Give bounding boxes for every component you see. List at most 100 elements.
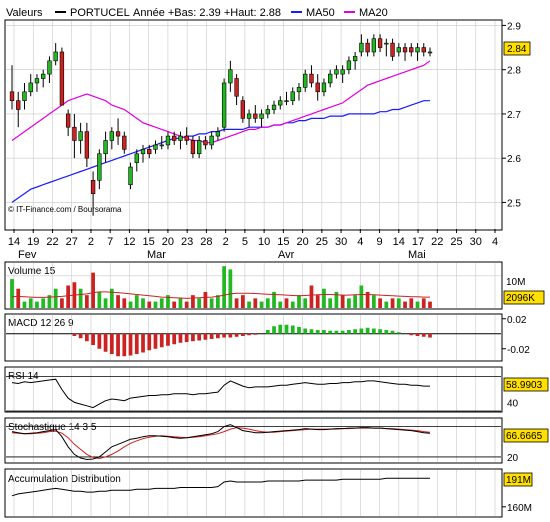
candle-body [340,69,345,75]
ma50-legend-label: MA50 [306,7,335,19]
volume-bar [147,301,152,308]
candle-body [190,140,196,155]
stochastic-last-value: 66.6665 [506,431,543,442]
volume-bar [371,295,376,308]
x-tick-label: 20 [162,236,174,248]
volume-bar [203,291,208,308]
accdist-title: Accumulation Distribution [8,474,121,485]
candle-body [352,56,358,62]
macd-bar [309,329,314,334]
x-tick-label: 9 [376,236,382,248]
volume-bar [128,301,133,308]
macd-bar [103,333,108,352]
candle-body [103,140,108,155]
x-tick-label: 25 [316,236,328,248]
volume-tick-label: 10M [506,277,525,288]
volume-last-value: 2096K [506,293,535,304]
volume-bar [322,288,326,308]
volume-bar [172,301,177,308]
volume-bar [35,301,39,308]
macd-bar [315,330,320,334]
last-price-value: 2.84 [507,44,527,55]
macd-bar [297,327,301,334]
macd-bar [166,333,170,346]
x-tick-label: 10 [258,236,270,248]
candle-body [421,47,426,53]
year-stats: Année +Bas: 2.39 +Haut: 2.88 [133,7,281,19]
accdist-last-value: 191M [506,475,531,486]
x-axis: 14 19 22 27 2 7 12 15 20 23 28 2 5 10 15 20 25 30 4 9 14 17 22… [8,229,498,261]
macd-bar [228,333,233,338]
macd-bar [415,333,420,336]
ma20-legend-label: MA20 [359,7,388,19]
volume-bar [428,301,432,308]
x-tick-label: 17 [412,236,424,248]
x-tick-label: 30 [470,236,482,248]
macd-bar [216,333,220,339]
volume-bar [197,298,202,308]
candle-body [427,51,433,54]
volume-bar [396,298,401,308]
volume-bar [421,298,426,308]
candle-body [365,42,370,53]
candle-body [209,135,214,146]
y-tick-label: 2.9 [507,21,521,32]
candle-body [234,78,239,97]
volume-bar [159,298,164,308]
volume-bar [91,272,95,308]
macd-y-ticks: 0.02 -0.02 [502,315,530,356]
volume-bar [403,301,407,308]
x-tick-label: 22 [431,236,443,248]
volume-bar [216,295,220,308]
rsi-panel-frame [4,366,503,413]
candle-body [140,149,146,155]
x-tick-label: 14 [8,236,20,248]
macd-bar [272,326,276,334]
accdist-panel: Accumulation Distribution 191M 160M [4,468,533,518]
macd-title: MACD 12 26 9 [8,318,74,329]
volume-bar [60,298,64,308]
candle-body [159,144,164,147]
candle-body [321,82,327,93]
candle-body [415,47,420,53]
macd-bar [378,329,382,334]
y-tick-label: 40 [507,398,519,409]
candle-body [390,42,395,57]
x-tick-label: 2 [223,236,229,248]
macd-bar [334,330,339,334]
candle-body [334,69,339,75]
candle-body [78,131,83,141]
candle-body [346,60,352,70]
candle-body [215,131,221,137]
volume-bar [103,298,108,308]
candle-body [9,91,15,101]
stock-chart: Valeurs PORTUCEL Année +Bas: 2.39 +Haut:… [4,7,549,518]
candle-body [396,47,401,53]
macd-bar [203,333,208,340]
volume-bar [347,298,351,308]
macd-bar [340,330,345,334]
macd-bar [147,333,152,351]
month-label: Avr [278,249,295,261]
candle-body [377,38,383,48]
x-tick-label: 4 [492,236,498,248]
accdist-y-ticks: 160M [502,503,532,514]
candle-body [315,82,320,93]
macd-bar [347,330,351,334]
macd-bar [122,333,127,357]
volume-bar [109,288,114,308]
x-tick-label: 15 [277,236,289,248]
volume-bar [309,285,314,308]
candle-body [28,82,33,93]
macd-bar [421,333,426,337]
stochastic-panel: Stochastique 14 3 5 20 66.6665 [4,417,549,464]
candle-body [109,131,114,141]
macd-bar [109,333,114,354]
y-tick-label: 160M [507,503,532,514]
volume-bar [209,298,214,308]
candle-body [72,126,77,141]
candle-body [128,166,133,186]
candle-body [122,135,127,150]
candle-body [384,42,389,45]
volume-bar [141,298,145,308]
